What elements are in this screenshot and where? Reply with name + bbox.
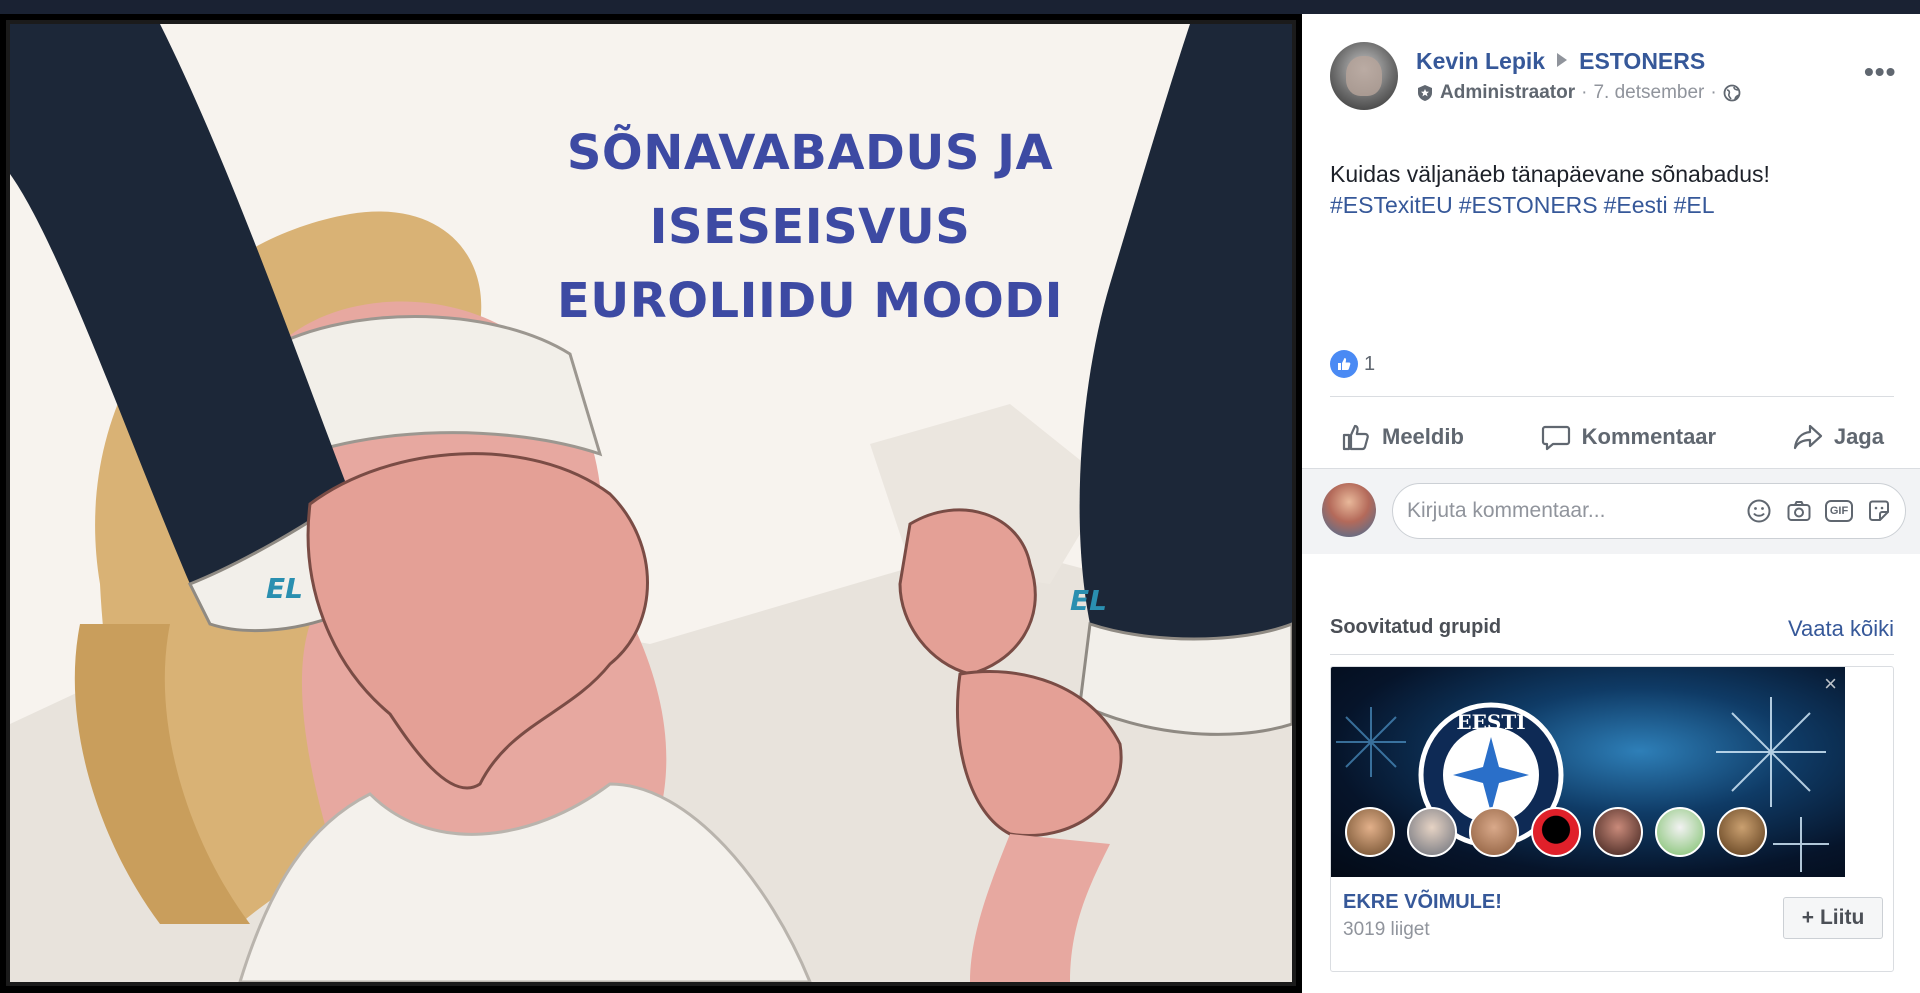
member-avatar [1469,807,1519,857]
member-avatar [1407,807,1457,857]
share-label: Jaga [1833,424,1884,449]
post-sidebar: Kevin Lepik ESTONERS Administraator · 7. … [1302,14,1920,993]
member-avatar [1345,807,1395,857]
post-image: SÕNAVABADUS JA ISESEISVUS EUROLIIDU MOOD… [6,20,1296,986]
cartoon-caption: SÕNAVABADUS JA ISESEISVUS EUROLIIDU MOOD… [370,116,1250,338]
more-options-button[interactable]: ••• [1864,56,1896,88]
thumbs-up-icon [1342,424,1369,451]
post-text-line: Kuidas väljanäeb tänapäevane sõnabadus! [1330,161,1770,187]
see-all-link[interactable]: Vaata kõiki [1788,616,1894,642]
author-role: Administraator [1440,82,1576,103]
comment-button[interactable]: Kommentaar [1530,421,1726,453]
meta-separator: · [1710,82,1717,103]
comment-composer: GIF [1302,468,1920,554]
post-header: Kevin Lepik ESTONERS Administraator · 7. … [1330,42,1900,122]
triangle-right-icon [1557,53,1568,67]
post-meta: Administraator · 7. detsember · [1416,82,1741,104]
plus-icon: + [1801,906,1814,929]
post-message: Kuidas väljanäeb tänapäevane sõnabadus! … [1330,159,1890,221]
share-button[interactable]: Jaga [1782,421,1894,453]
author-name-link[interactable]: Kevin Lepik [1416,48,1545,74]
gif-icon[interactable]: GIF [1825,500,1853,522]
author-avatar[interactable] [1330,42,1398,110]
hashtag-link[interactable]: #EL [1674,192,1715,218]
suggested-groups-title: Soovitatud grupid [1330,616,1502,638]
post-date-link[interactable]: 7. detsember [1593,82,1704,104]
like-reaction-icon [1330,350,1358,378]
author-line: Kevin Lepik ESTONERS [1416,48,1705,75]
like-button[interactable]: Meeldib [1330,421,1474,453]
current-user-avatar [1322,483,1376,537]
photo-viewer: SÕNAVABADUS JA ISESEISVUS EUROLIIDU MOOD… [0,14,1302,993]
group-member-count: 3019 liiget [1343,919,1430,940]
comment-attachment-icons: GIF [1745,497,1893,525]
member-avatar [1655,807,1705,857]
caption-line-2: ISESEISVUS [649,199,971,255]
hashtag-list: #ESTexitEU #ESTONERS #Eesti #EL [1330,190,1890,221]
comment-input[interactable] [1407,484,1727,538]
close-icon[interactable]: × [1824,671,1837,697]
hashtag-link[interactable]: #ESTONERS [1459,192,1598,218]
join-group-button[interactable]: + Liitu [1783,897,1883,939]
smiley-icon[interactable] [1745,497,1773,525]
speech-bubble-icon [1541,425,1570,451]
divider [1330,396,1894,397]
hashtag-link[interactable]: #Eesti [1604,192,1668,218]
caption-line-1: SÕNAVABADUS JA [566,125,1054,181]
group-cover-illustration: EESTI [1336,697,1829,872]
like-label: Meeldib [1382,424,1464,449]
right-cuff-label: EL [1070,584,1107,617]
camera-icon[interactable] [1785,497,1813,525]
globe-icon[interactable] [1723,84,1741,102]
post-actions: Meeldib Kommentaar Jaga [1330,412,1894,462]
divider [1330,654,1894,655]
join-label: Liitu [1819,906,1865,929]
group-name-link[interactable]: ESTONERS [1579,48,1705,74]
admin-badge-icon [1418,85,1432,101]
member-avatar [1717,807,1767,857]
group-logo-text: EESTI [1456,710,1525,734]
group-name-link[interactable]: EKRE VÕIMULE! [1343,891,1502,914]
comment-box[interactable]: GIF [1392,483,1906,539]
reaction-count: 1 [1364,352,1376,375]
hashtag-link[interactable]: #ESTexitEU [1330,192,1453,218]
meta-separator: · [1581,82,1588,103]
reaction-summary[interactable]: 1 [1330,350,1375,378]
member-avatar [1593,807,1643,857]
left-cuff-label: EL [266,572,303,605]
suggested-groups-header: Soovitatud grupid Vaata kõiki [1330,616,1894,642]
suggested-group-card: EESTI × EKRE VÕIMULE! 3019 liiget + Liit… [1330,666,1894,972]
group-cover-image[interactable]: EESTI × [1331,667,1845,877]
sticker-icon[interactable] [1865,497,1893,525]
browser-top-bar [0,0,1920,14]
comment-label: Kommentaar [1581,424,1717,449]
member-avatar [1531,807,1581,857]
caption-line-3: EUROLIIDU MOODI [557,273,1063,329]
share-arrow-icon [1793,424,1822,450]
